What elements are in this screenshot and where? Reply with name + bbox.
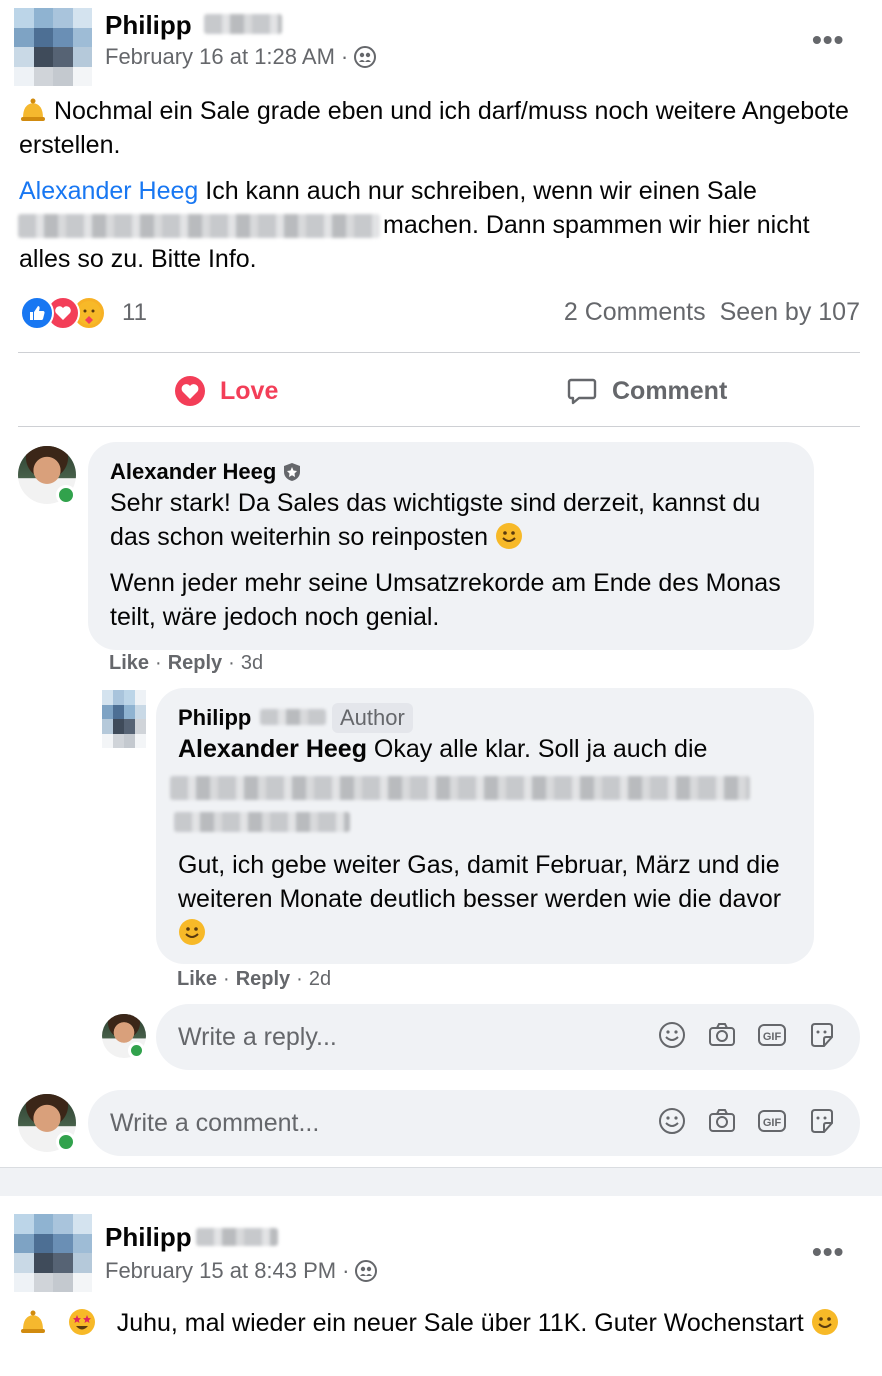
comment-text-2: Wenn jeder mehr seine Umsatzrekorde am E… — [110, 569, 781, 631]
author-avatar[interactable] — [14, 8, 92, 86]
input-tools: GIF — [658, 1021, 836, 1049]
reaction-count[interactable]: 11 — [122, 299, 147, 327]
comment-text: Sehr stark! Da Sales das wichtigste sind… — [110, 486, 790, 554]
reaction-summary[interactable]: 11 — [20, 296, 147, 330]
divider — [18, 426, 860, 427]
author-badge: Author — [332, 703, 413, 733]
divider — [18, 352, 860, 353]
camera-icon[interactable] — [708, 1021, 736, 1049]
comment-author[interactable]: Alexander Heeg — [110, 459, 302, 485]
smile-emoji-icon — [495, 523, 522, 549]
reply-actions: Like · Reply · 2d — [177, 968, 332, 991]
comment-actions: Like · Reply · 3d — [109, 652, 264, 675]
comment-author-name: Alexander Heeg — [110, 459, 277, 484]
redacted-text — [174, 812, 350, 832]
reply-link[interactable]: Reply — [236, 968, 290, 991]
comment-text-line: Sehr stark! Da Sales das wichtigste sind… — [110, 489, 761, 551]
reply-age[interactable]: 2d — [309, 968, 331, 991]
emoji-picker-icon[interactable] — [658, 1021, 686, 1049]
redacted-surname — [260, 709, 326, 725]
input-tools: GIF — [658, 1107, 836, 1135]
comment-placeholder: Write a comment... — [110, 1108, 320, 1137]
svg-text:GIF: GIF — [763, 1117, 782, 1129]
reply-text-2: Gut, ich gebe weiter Gas, damit Februar,… — [178, 848, 798, 950]
post-timestamp[interactable]: February 16 at 1:28 AM — [105, 44, 335, 70]
meta-separator: · — [342, 1258, 350, 1283]
comment-input[interactable]: Write a comment... GIF — [88, 1090, 860, 1156]
like-link[interactable]: Like — [177, 968, 217, 991]
reply-text-part: Okay alle klar. Soll ja auch die — [366, 735, 708, 763]
comment-button[interactable]: Comment — [566, 370, 727, 412]
redacted-text — [170, 776, 750, 800]
redacted-text — [18, 214, 380, 238]
author-avatar[interactable] — [14, 1214, 92, 1292]
reply-text-1: Alexander Heeg Okay alle klar. Soll ja a… — [178, 732, 798, 766]
comment-label: Comment — [612, 376, 728, 405]
heart-icon — [175, 376, 205, 406]
post-card: Philipp February 16 at 1:28 AM · ••• Noc… — [0, 0, 882, 1168]
smile-emoji-icon — [179, 919, 205, 945]
reply-input[interactable]: Write a reply... GIF — [156, 1004, 860, 1070]
online-status-indicator — [56, 485, 76, 505]
reply-author-name[interactable]: Philipp — [178, 705, 251, 731]
smile-emoji-icon — [811, 1309, 838, 1335]
post-body-1: Nochmal ein Sale grade eben und ich darf… — [19, 94, 864, 162]
redacted-surname — [204, 14, 282, 34]
camera-icon[interactable] — [708, 1107, 736, 1135]
post-meta: February 15 at 8:43 PM · — [105, 1258, 378, 1284]
post-card: Philipp February 15 at 8:43 PM · ••• Juh… — [0, 1196, 882, 1376]
svg-text:GIF: GIF — [763, 1031, 782, 1043]
bell-icon — [21, 1310, 45, 1333]
more-options-icon[interactable]: ••• — [812, 1236, 844, 1268]
author-name[interactable]: Philipp — [105, 10, 192, 41]
reply-placeholder: Write a reply... — [178, 1022, 337, 1051]
comments-count[interactable]: 2 Comments — [564, 298, 706, 327]
reply-author-avatar[interactable] — [102, 690, 146, 748]
mention-link[interactable]: Alexander Heeg — [178, 735, 367, 763]
seen-by-count[interactable]: Seen by 107 — [720, 298, 860, 327]
like-link[interactable]: Like — [109, 652, 149, 675]
emoji-picker-icon[interactable] — [658, 1107, 686, 1135]
group-icon — [355, 1260, 378, 1282]
comment-icon — [567, 378, 597, 405]
sticker-icon[interactable] — [808, 1021, 836, 1049]
gif-icon[interactable]: GIF — [758, 1021, 786, 1049]
shield-icon — [284, 463, 301, 481]
comment-age[interactable]: 3d — [241, 652, 263, 675]
post-stats: 2 Comments Seen by 107 — [564, 298, 860, 327]
post-body: Juhu, mal wieder ein neuer Sale über 11K… — [19, 1306, 864, 1340]
post-text-part: Ich kann auch nur schreiben, wenn wir ei… — [198, 177, 757, 205]
author-name[interactable]: Philipp — [105, 1222, 192, 1253]
online-status-indicator — [128, 1042, 145, 1059]
group-icon — [354, 46, 377, 68]
reply-link[interactable]: Reply — [168, 652, 222, 675]
redacted-surname — [196, 1228, 278, 1246]
post-meta: February 16 at 1:28 AM · — [105, 44, 377, 70]
love-label: Love — [220, 376, 279, 405]
more-options-icon[interactable]: ••• — [812, 24, 844, 56]
like-reaction-icon — [20, 296, 54, 330]
meta-separator: · — [340, 44, 349, 69]
reply-text-part: Gut, ich gebe weiter Gas, damit Februar,… — [178, 851, 782, 913]
gif-icon[interactable]: GIF — [758, 1107, 786, 1135]
sticker-icon[interactable] — [808, 1107, 836, 1135]
post-timestamp[interactable]: February 15 at 8:43 PM — [105, 1258, 336, 1284]
bell-icon — [21, 98, 45, 121]
post-text-line: Nochmal ein Sale grade eben und ich darf… — [19, 97, 849, 159]
mention-link[interactable]: Alexander Heeg — [19, 177, 198, 205]
star-struck-emoji-icon — [68, 1309, 95, 1335]
online-status-indicator — [56, 1132, 76, 1152]
love-button[interactable]: Love — [174, 370, 278, 412]
post-text-line: Juhu, mal wieder ein neuer Sale über 11K… — [116, 1309, 804, 1337]
